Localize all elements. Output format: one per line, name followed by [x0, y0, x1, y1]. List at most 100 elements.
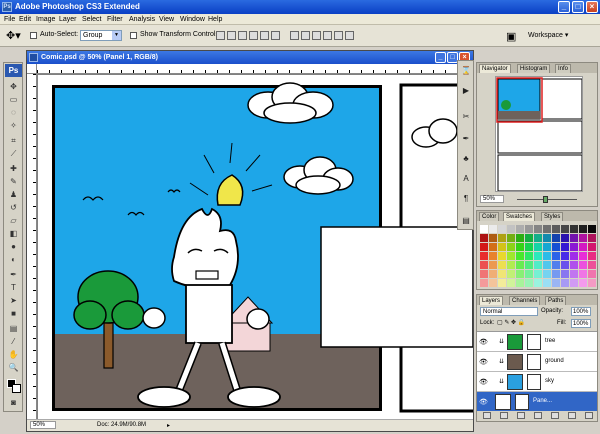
- color-swatch[interactable]: [579, 234, 587, 242]
- doc-minimize-button[interactable]: _: [435, 52, 446, 63]
- layer-mask-thumbnail[interactable]: [527, 334, 541, 350]
- path-selection-tool[interactable]: ➤: [8, 295, 19, 306]
- workspace-button[interactable]: Workspace ▾: [528, 31, 568, 39]
- color-swatch[interactable]: [552, 234, 560, 242]
- history-panel-icon[interactable]: ⌛: [461, 65, 471, 76]
- blend-mode-dropdown[interactable]: Normal: [480, 307, 538, 316]
- color-swatch[interactable]: [561, 261, 569, 269]
- color-swatch[interactable]: [552, 261, 560, 269]
- color-swatch[interactable]: [498, 234, 506, 242]
- align-top-icon[interactable]: [216, 31, 225, 40]
- color-swatch[interactable]: [516, 252, 524, 260]
- color-swatch[interactable]: [543, 279, 551, 287]
- align-right-icon[interactable]: [271, 31, 280, 40]
- color-swatch[interactable]: [507, 252, 515, 260]
- pen-tool[interactable]: ✒: [8, 269, 19, 280]
- color-swatch[interactable]: [579, 243, 587, 251]
- actions-panel-icon[interactable]: ▶: [461, 85, 471, 96]
- color-swatch[interactable]: [579, 261, 587, 269]
- menu-help[interactable]: Help: [208, 16, 222, 23]
- color-swatch[interactable]: [588, 279, 596, 287]
- color-swatch[interactable]: [507, 279, 515, 287]
- color-swatch[interactable]: [516, 243, 524, 251]
- align-center-icon[interactable]: [260, 31, 269, 40]
- color-swatch[interactable]: [534, 234, 542, 242]
- tab-histogram[interactable]: Histogram: [517, 64, 551, 73]
- tool-presets-icon[interactable]: ✂: [461, 111, 471, 122]
- hand-tool[interactable]: ✋: [8, 349, 19, 360]
- color-swatch[interactable]: [588, 234, 596, 242]
- brushes-panel-icon[interactable]: ✒: [461, 133, 471, 144]
- eye-icon[interactable]: 👁: [479, 358, 488, 366]
- blur-tool[interactable]: ●: [8, 241, 19, 252]
- canvas[interactable]: [38, 75, 473, 420]
- navigator-zoom-thumb[interactable]: [543, 196, 548, 203]
- color-swatch[interactable]: [507, 270, 515, 278]
- distribute-bottom-icon[interactable]: [311, 31, 321, 40]
- color-swatch[interactable]: [552, 270, 560, 278]
- menu-layer[interactable]: Layer: [59, 16, 77, 23]
- color-swatch[interactable]: [543, 270, 551, 278]
- color-swatch[interactable]: [525, 234, 533, 242]
- color-swatch[interactable]: [516, 270, 524, 278]
- color-swatch[interactable]: [489, 261, 497, 269]
- color-swatch[interactable]: [525, 252, 533, 260]
- color-swatch[interactable]: [498, 279, 506, 287]
- marquee-tool[interactable]: ▭: [8, 94, 19, 105]
- new-group-icon[interactable]: [551, 412, 559, 419]
- color-swatch[interactable]: [480, 270, 488, 278]
- color-swatch[interactable]: [588, 252, 596, 260]
- tab-channels[interactable]: Channels: [509, 296, 541, 305]
- layer-mask-thumbnail[interactable]: [515, 394, 529, 410]
- layer-row-sky[interactable]: 👁 ⇊ sky: [477, 372, 597, 392]
- eyedropper-tool[interactable]: ⁄: [8, 336, 19, 347]
- color-swatch[interactable]: [552, 279, 560, 287]
- distribute-left-icon[interactable]: [322, 31, 332, 40]
- color-swatch[interactable]: [507, 225, 515, 233]
- swatch-grid[interactable]: [480, 225, 596, 287]
- slice-tool[interactable]: ⟋: [8, 148, 19, 159]
- menu-file[interactable]: File: [4, 16, 15, 23]
- color-swatch[interactable]: [570, 279, 578, 287]
- color-swatch[interactable]: [480, 261, 488, 269]
- color-swatch[interactable]: [534, 261, 542, 269]
- tab-swatches[interactable]: Swatches: [503, 212, 536, 221]
- eraser-tool[interactable]: ▱: [8, 215, 19, 226]
- color-swatch[interactable]: [516, 234, 524, 242]
- layer-mask-thumbnail[interactable]: [527, 354, 541, 370]
- align-left-icon[interactable]: [249, 31, 258, 40]
- transform-controls-checkbox[interactable]: [130, 32, 137, 39]
- color-swatch[interactable]: [525, 243, 533, 251]
- lasso-tool[interactable]: ◌: [8, 107, 19, 118]
- zoom-tool[interactable]: 🔍: [8, 362, 19, 373]
- color-swatch[interactable]: [516, 261, 524, 269]
- align-bottom-icon[interactable]: [238, 31, 247, 40]
- menu-window[interactable]: Window: [180, 16, 205, 23]
- color-swatch[interactable]: [543, 243, 551, 251]
- color-swatch[interactable]: [489, 225, 497, 233]
- color-swatch[interactable]: [570, 234, 578, 242]
- color-swatch[interactable]: [516, 279, 524, 287]
- color-swatch[interactable]: [480, 243, 488, 251]
- color-swatch[interactable]: [489, 234, 497, 242]
- color-swatch[interactable]: [570, 261, 578, 269]
- eye-icon[interactable]: 👁: [479, 378, 488, 386]
- color-swatch[interactable]: [534, 252, 542, 260]
- color-swatch[interactable]: [480, 234, 488, 242]
- color-swatch[interactable]: [498, 225, 506, 233]
- background-color-swatch[interactable]: [12, 384, 21, 393]
- color-swatch[interactable]: [507, 243, 515, 251]
- color-swatch[interactable]: [480, 225, 488, 233]
- color-swatch[interactable]: [561, 225, 569, 233]
- maximize-button[interactable]: □: [572, 1, 584, 13]
- lock-icons[interactable]: ▢ ✎ ✥ 🔒: [497, 319, 525, 326]
- trash-icon[interactable]: [585, 412, 593, 419]
- color-swatch[interactable]: [570, 270, 578, 278]
- color-swatch[interactable]: [498, 261, 506, 269]
- ruler-origin[interactable]: [27, 64, 37, 74]
- color-swatch[interactable]: [498, 270, 506, 278]
- layer-row-panel-selected[interactable]: 👁 Pane...: [477, 392, 597, 412]
- color-swatch[interactable]: [588, 243, 596, 251]
- add-mask-icon[interactable]: [517, 412, 525, 419]
- color-swatch[interactable]: [570, 252, 578, 260]
